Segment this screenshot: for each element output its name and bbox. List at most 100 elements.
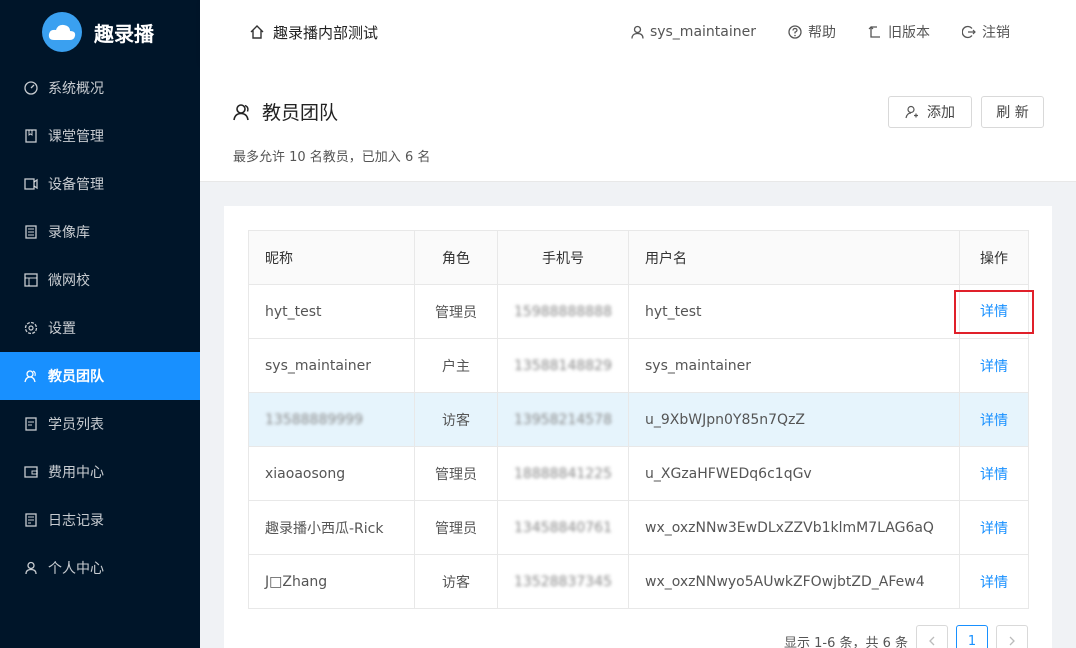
detail-link[interactable]: 详情 bbox=[980, 575, 1008, 591]
table-row: J□Zhang 访客 13528837345 wx_oxzNNwyo5AUwkZ… bbox=[248, 554, 1029, 609]
sidebar-item-label: 日志记录 bbox=[48, 513, 104, 529]
sidebar-item-student-list[interactable]: 学员列表 bbox=[0, 400, 200, 448]
logo[interactable]: 趣录播 bbox=[0, 0, 200, 64]
cell-phone: 15988888888 bbox=[497, 284, 629, 339]
phone-value: 15988888888 bbox=[514, 303, 612, 320]
video-library-icon bbox=[24, 225, 38, 239]
chevron-right-icon bbox=[1009, 636, 1015, 646]
page-title-text: 教员团队 bbox=[262, 102, 339, 124]
cell-phone: 13528837345 bbox=[497, 554, 629, 609]
cell-phone: 13958214578 bbox=[497, 392, 629, 447]
cloud-logo-icon bbox=[42, 12, 82, 52]
detail-link[interactable]: 详情 bbox=[980, 359, 1008, 375]
page-subtitle: 最多允许 10 名教员，已加入 6 名 bbox=[233, 150, 431, 165]
sidebar-item-settings[interactable]: 设置 bbox=[0, 304, 200, 352]
cell-nickname: J□Zhang bbox=[248, 554, 415, 609]
prev-page-button[interactable] bbox=[916, 625, 948, 648]
refresh-label: 刷 新 bbox=[996, 105, 1029, 121]
cell-username: u_9XbWJpn0Y85n7QzZ bbox=[628, 392, 960, 447]
page-1-button[interactable]: 1 bbox=[956, 625, 988, 648]
home-icon bbox=[250, 25, 264, 39]
cell-role: 访客 bbox=[414, 392, 498, 447]
sidebar-item-teacher-team[interactable]: 教员团队 bbox=[0, 352, 200, 400]
phone-value: 13458840761 bbox=[514, 519, 612, 536]
table-row: 13588889999 访客 13958214578 u_9XbWJpn0Y85… bbox=[248, 392, 1029, 447]
sidebar-item-classroom[interactable]: 课堂管理 bbox=[0, 112, 200, 160]
cell-action: 详情 bbox=[959, 446, 1029, 501]
table-row: 趣录播小西瓜-Rick 管理员 13458840761 wx_oxzNNw3Ew… bbox=[248, 500, 1029, 555]
column-header-nickname: 昵称 bbox=[248, 230, 415, 285]
team-card: 昵称 角色 手机号 用户名 操作 hyt_test 管理员 1598888888… bbox=[224, 206, 1052, 648]
sidebar-item-label: 学员列表 bbox=[48, 417, 104, 433]
refresh-button[interactable]: 刷 新 bbox=[981, 96, 1044, 128]
cell-username: hyt_test bbox=[628, 284, 960, 339]
sidebar: 趣录播 系统概况 课堂管理 设备管理 录像库 微网校 设置 教员团队 学员列表 … bbox=[0, 0, 200, 648]
sidebar-item-label: 微网校 bbox=[48, 273, 90, 289]
top-header: 趣录播内部测试 sys_maintainer 帮助 旧版本 注销 bbox=[200, 0, 1076, 64]
sidebar-item-video-library[interactable]: 录像库 bbox=[0, 208, 200, 256]
table-row: xiaoaosong 管理员 18888841225 u_XGzaHFWEDq6… bbox=[248, 446, 1029, 501]
help-icon bbox=[788, 25, 802, 39]
sidebar-item-micro-school[interactable]: 微网校 bbox=[0, 256, 200, 304]
next-page-button[interactable] bbox=[996, 625, 1028, 648]
cell-action: 详情 bbox=[959, 554, 1029, 609]
user-icon bbox=[24, 561, 38, 575]
sidebar-item-overview[interactable]: 系统概况 bbox=[0, 64, 200, 112]
sidebar-item-devices[interactable]: 设备管理 bbox=[0, 160, 200, 208]
add-teacher-button[interactable]: 添加 bbox=[888, 96, 972, 128]
header-title[interactable]: 趣录播内部测试 bbox=[249, 22, 378, 43]
teacher-table: 昵称 角色 手机号 用户名 操作 hyt_test 管理员 1598888888… bbox=[248, 230, 1034, 609]
cell-action: 详情 bbox=[954, 284, 1034, 339]
cell-phone: 13588148829 bbox=[497, 338, 629, 393]
column-header-action: 操作 bbox=[959, 230, 1029, 285]
cell-nickname: sys_maintainer bbox=[248, 338, 415, 393]
sidebar-item-label: 个人中心 bbox=[48, 561, 104, 577]
column-header-phone: 手机号 bbox=[497, 230, 629, 285]
cell-username: wx_oxzNNw3EwDLxZZVb1klmM7LAG6aQ bbox=[628, 500, 960, 555]
sidebar-menu: 系统概况 课堂管理 设备管理 录像库 微网校 设置 教员团队 学员列表 费用中心… bbox=[0, 64, 200, 592]
cell-username: u_XGzaHFWEDq6c1qGv bbox=[628, 446, 960, 501]
team-icon bbox=[233, 103, 249, 120]
sidebar-item-label: 设置 bbox=[48, 321, 76, 337]
table-row: sys_maintainer 户主 13588148829 sys_mainta… bbox=[248, 338, 1029, 393]
cell-action: 详情 bbox=[959, 392, 1029, 447]
cell-phone: 18888841225 bbox=[497, 446, 629, 501]
cell-role: 管理员 bbox=[414, 500, 498, 555]
old-version-link[interactable]: 旧版本 bbox=[868, 22, 930, 42]
sidebar-item-label: 费用中心 bbox=[48, 465, 104, 481]
cell-nickname: xiaoaosong bbox=[248, 446, 415, 501]
log-icon bbox=[24, 513, 38, 527]
page-title: 教员团队 bbox=[232, 98, 338, 125]
detail-link[interactable]: 详情 bbox=[954, 289, 1034, 334]
cell-action: 详情 bbox=[959, 338, 1029, 393]
chevron-left-icon bbox=[929, 636, 935, 646]
detail-link[interactable]: 详情 bbox=[980, 413, 1008, 429]
pagination-summary: 显示 1-6 条，共 6 条 bbox=[784, 636, 909, 648]
table-header-row: 昵称 角色 手机号 用户名 操作 bbox=[248, 230, 1029, 285]
logout-link[interactable]: 注销 bbox=[962, 22, 1010, 42]
cell-nickname: hyt_test bbox=[248, 284, 415, 339]
phone-value: 13958214578 bbox=[514, 411, 612, 428]
header-actions: sys_maintainer 帮助 旧版本 注销 bbox=[599, 0, 1010, 64]
user-menu[interactable]: sys_maintainer bbox=[631, 24, 756, 40]
wallet-icon bbox=[24, 465, 38, 479]
cell-action: 详情 bbox=[959, 500, 1029, 555]
cell-role: 访客 bbox=[414, 554, 498, 609]
sidebar-item-profile[interactable]: 个人中心 bbox=[0, 544, 200, 592]
sidebar-item-logs[interactable]: 日志记录 bbox=[0, 496, 200, 544]
detail-link[interactable]: 详情 bbox=[980, 521, 1008, 537]
logout-label: 注销 bbox=[982, 25, 1010, 41]
user-name: sys_maintainer bbox=[649, 24, 756, 40]
phone-value: 13528837345 bbox=[514, 573, 612, 590]
cell-role: 管理员 bbox=[414, 284, 498, 339]
page-header: 教员团队 最多允许 10 名教员，已加入 6 名 添加 刷 新 bbox=[200, 64, 1076, 182]
help-link[interactable]: 帮助 bbox=[788, 22, 836, 42]
team-icon bbox=[24, 369, 38, 383]
detail-link[interactable]: 详情 bbox=[980, 467, 1008, 483]
cell-username: wx_oxzNNwyo5AUwkZFOwjbtZD_AFew4 bbox=[628, 554, 960, 609]
logout-icon bbox=[962, 25, 976, 39]
cell-nickname: 趣录播小西瓜-Rick bbox=[248, 500, 415, 555]
sidebar-item-label: 系统概况 bbox=[48, 81, 104, 97]
sidebar-item-billing[interactable]: 费用中心 bbox=[0, 448, 200, 496]
cell-role: 户主 bbox=[414, 338, 498, 393]
